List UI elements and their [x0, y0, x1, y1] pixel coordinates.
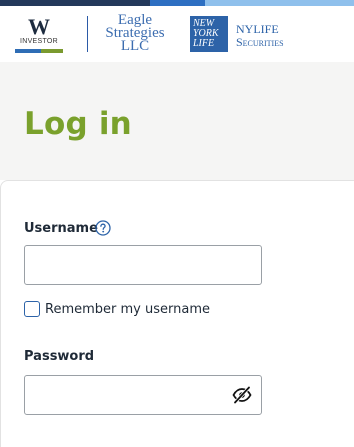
w-investor-logo: W INVESTOR — [15, 16, 63, 54]
password-input[interactable] — [24, 375, 262, 415]
password-label: Password — [24, 349, 95, 364]
w-logo-bar-blue — [15, 49, 41, 53]
remember-username-label[interactable]: Remember my username — [45, 302, 210, 317]
eagle-strategies-logo: Eagle Strategies LLC — [96, 13, 174, 56]
nyl-box-line3: LIFE — [193, 38, 215, 49]
eagle-logo-line3: LLC — [120, 38, 150, 54]
header-logos: W INVESTOR Eagle Strategies LLC NEW YORK… — [0, 6, 354, 62]
logo-divider — [87, 16, 88, 52]
remember-username-checkbox[interactable] — [24, 301, 40, 317]
username-label: Username — [24, 221, 98, 236]
nylife-securities-wordmark: NYLIFE Securities — [236, 23, 336, 49]
eye-slash-icon[interactable] — [232, 386, 252, 404]
new-york-life-logo: NEW YORK LIFE — [190, 16, 228, 52]
w-logo-sublabel: INVESTOR — [19, 38, 59, 45]
page-hero: Log in — [0, 62, 354, 180]
username-input[interactable] — [24, 245, 262, 285]
page-title: Log in — [24, 106, 132, 142]
w-logo-letter: W — [28, 14, 50, 39]
help-circle-icon[interactable] — [95, 220, 111, 236]
w-logo-bar-green — [41, 49, 63, 53]
nylife-text-line2: Securities — [236, 35, 284, 49]
